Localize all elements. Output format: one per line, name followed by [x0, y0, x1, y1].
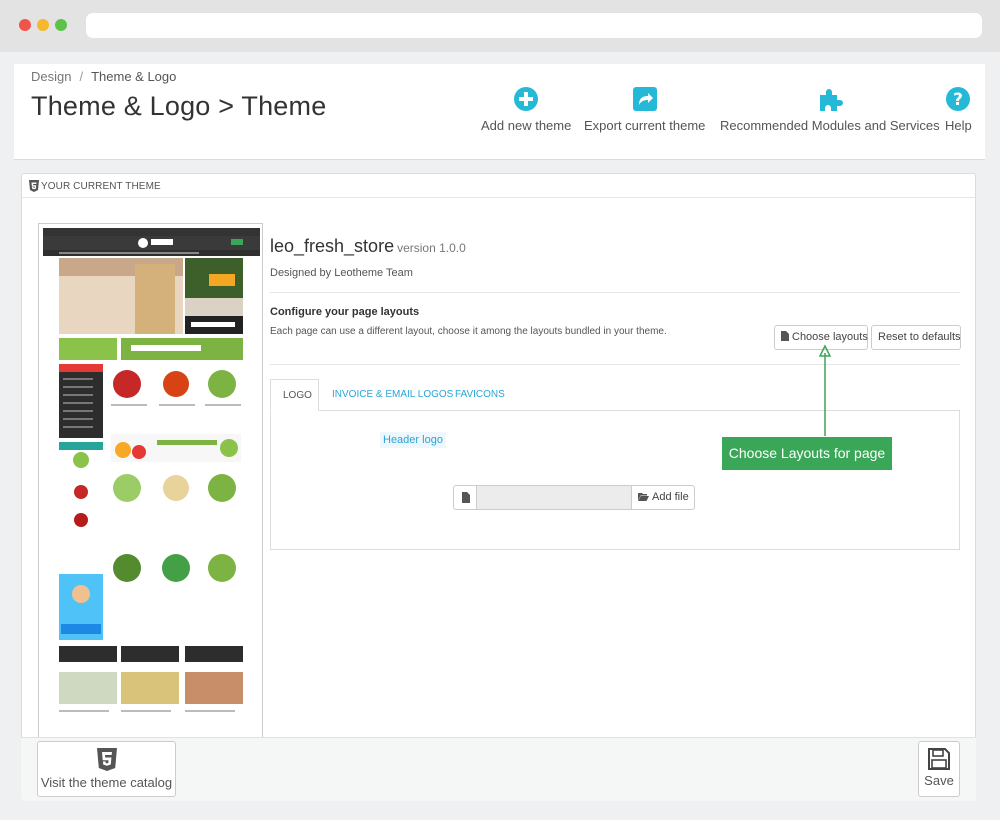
- file-icon: [781, 331, 789, 341]
- add-file-label: Add file: [652, 491, 689, 503]
- save-label: Save: [924, 773, 954, 788]
- tab-favicons[interactable]: FAVICONS: [443, 379, 517, 411]
- html5-icon: [29, 180, 39, 192]
- divider: [270, 292, 960, 293]
- recommended-modules-button[interactable]: Recommended Modules and Services: [720, 86, 940, 133]
- theme-preview-image: [38, 223, 263, 743]
- page-header: Design / Theme & Logo Theme & Logo > Theme…: [14, 64, 985, 160]
- divider: [270, 364, 960, 365]
- breadcrumb: Design / Theme & Logo: [31, 69, 176, 84]
- panel-footer: Visit the theme catalog Save: [21, 737, 976, 801]
- current-theme-panel: YOUR CURRENT THEME leo_fresh_store versi…: [21, 173, 976, 801]
- choose-layouts-label: Choose layouts: [792, 331, 868, 343]
- annotation-callout: Choose Layouts for page: [722, 437, 892, 470]
- add-file-button[interactable]: Add file: [632, 486, 694, 509]
- logo-tab-content: Header logo Add file: [270, 410, 960, 550]
- theme-preview-illustration: [39, 224, 262, 742]
- svg-text:?: ?: [953, 90, 963, 110]
- file-icon: [462, 492, 470, 503]
- admin-page: Design / Theme & Logo Theme & Logo > Theme…: [0, 52, 1000, 820]
- reset-defaults-button[interactable]: Reset to defaults: [871, 325, 961, 350]
- breadcrumb-current: Theme & Logo: [91, 69, 177, 84]
- recommended-modules-label: Recommended Modules and Services: [720, 118, 940, 133]
- export-theme-button[interactable]: Export current theme: [584, 86, 705, 133]
- visit-theme-catalog-label: Visit the theme catalog: [40, 775, 173, 790]
- breadcrumb-parent[interactable]: Design: [31, 69, 71, 84]
- layouts-title: Configure your page layouts: [270, 306, 420, 318]
- plus-circle-icon: [514, 87, 539, 111]
- help-label: Help: [945, 118, 972, 133]
- folder-open-icon: [638, 493, 649, 501]
- reset-defaults-label: Reset to defaults: [878, 331, 961, 343]
- header-logo-label: Header logo: [380, 432, 446, 448]
- browser-chrome: [0, 0, 1000, 52]
- share-icon: [632, 87, 657, 111]
- theme-info: leo_fresh_store version 1.0.0 Designed by…: [270, 236, 961, 550]
- help-button[interactable]: ? Help: [945, 86, 972, 133]
- theme-author: Designed by Leotheme Team: [270, 267, 413, 279]
- address-bar[interactable]: [86, 13, 982, 38]
- file-icon-addon: [454, 486, 477, 509]
- export-theme-label: Export current theme: [584, 118, 706, 133]
- file-upload-group: Add file: [453, 485, 695, 510]
- add-new-theme-label: Add new theme: [481, 118, 572, 133]
- breadcrumb-separator: /: [79, 69, 84, 84]
- visit-theme-catalog-button[interactable]: Visit the theme catalog: [37, 741, 176, 797]
- question-circle-icon: ?: [946, 87, 971, 111]
- theme-name-row: leo_fresh_store version 1.0.0: [270, 236, 960, 257]
- layouts-description: Each page can use a different layout, ch…: [270, 326, 667, 337]
- maximize-window-dot[interactable]: [55, 19, 67, 31]
- close-window-dot[interactable]: [19, 19, 31, 31]
- save-button[interactable]: Save: [918, 741, 960, 797]
- theme-name: leo_fresh_store: [270, 236, 395, 256]
- choose-layouts-button[interactable]: Choose layouts: [774, 325, 868, 350]
- theme-version: version 1.0.0: [397, 241, 466, 255]
- panel-heading-text: YOUR CURRENT THEME: [41, 181, 161, 192]
- add-new-theme-button[interactable]: Add new theme: [481, 86, 571, 133]
- panel-heading: YOUR CURRENT THEME: [22, 174, 975, 198]
- minimize-window-dot[interactable]: [37, 19, 49, 31]
- tab-logo[interactable]: LOGO: [270, 379, 319, 411]
- file-name-field[interactable]: [477, 486, 632, 509]
- html5-icon: [96, 748, 117, 771]
- floppy-disk-icon: [928, 748, 950, 770]
- page-title: Theme & Logo > Theme: [31, 91, 327, 121]
- puzzle-piece-icon: [819, 89, 843, 111]
